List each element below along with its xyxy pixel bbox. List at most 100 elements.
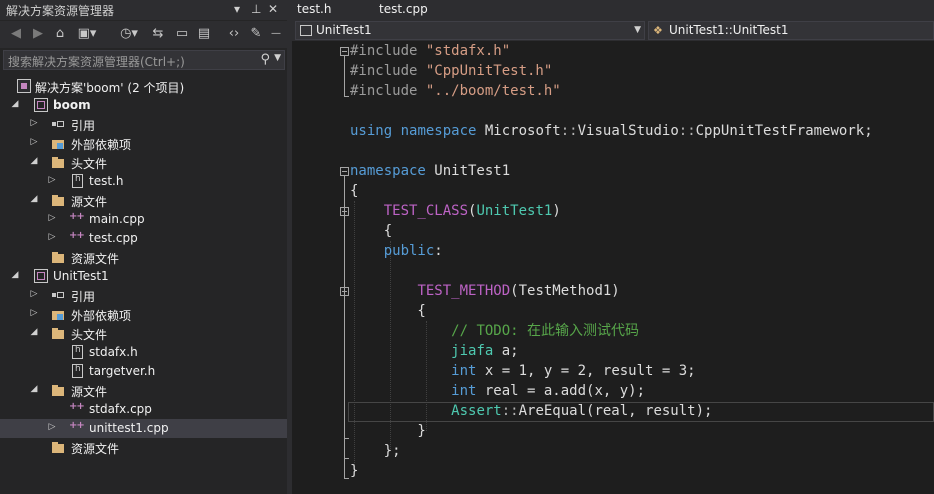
- collapse-region-icon[interactable]: [340, 287, 349, 296]
- tree-item-label: UnitTest1: [53, 269, 109, 283]
- outline-guide: [344, 438, 349, 439]
- tree-item-label: 头文件: [71, 157, 108, 171]
- search-input[interactable]: 搜索解决方案资源管理器(Ctrl+;) ⚲ ▼: [3, 50, 285, 70]
- tree-item-header-files[interactable]: ◢ 头文件: [0, 153, 287, 172]
- tree-item-external-deps[interactable]: ▷ 外部依赖项: [0, 305, 287, 324]
- solution-explorer-title-bar: 解决方案资源管理器 ▾ ⊥ ✕: [0, 0, 287, 20]
- back-icon[interactable]: ◀: [8, 26, 24, 42]
- collapsed-arrow-icon[interactable]: ▷: [29, 137, 39, 147]
- outline-guide: [344, 478, 349, 479]
- tree-item-project-unittest1[interactable]: ◢ UnitTest1: [0, 267, 287, 286]
- member-dropdown[interactable]: ❖ UnitTest1::UnitTest1: [648, 21, 934, 40]
- expanded-arrow-icon[interactable]: ◢: [29, 194, 39, 204]
- outline-guide: [344, 176, 345, 478]
- expanded-arrow-icon[interactable]: ◢: [10, 99, 20, 109]
- header-file-icon: [72, 345, 83, 359]
- collapsed-arrow-icon[interactable]: ▷: [29, 308, 39, 318]
- code-line: };: [350, 443, 401, 459]
- tree-item-external-deps[interactable]: ▷ 外部依赖项: [0, 134, 287, 153]
- tree-item-label: test.h: [89, 174, 124, 188]
- collapse-region-icon[interactable]: [340, 47, 349, 56]
- collapse-region-icon[interactable]: [340, 207, 349, 216]
- folder-icon: [51, 326, 65, 340]
- tree-item-label: 源文件: [71, 195, 108, 209]
- code-line: {: [350, 303, 426, 319]
- collapsed-arrow-icon[interactable]: ▷: [47, 213, 57, 223]
- sync-icon[interactable]: ⇆: [150, 26, 166, 42]
- tree-item-label: 外部依赖项: [71, 138, 132, 152]
- collapse-all-icon[interactable]: ▭: [174, 26, 190, 42]
- collapsed-arrow-icon[interactable]: ▷: [29, 118, 39, 128]
- solution-explorer-title: 解决方案资源管理器: [6, 4, 115, 18]
- project-icon: [34, 98, 48, 112]
- tree-item-label: 源文件: [71, 385, 108, 399]
- window-position-dropdown-icon[interactable]: ▾: [234, 2, 240, 16]
- expanded-arrow-icon[interactable]: ◢: [29, 327, 39, 337]
- tree-item-file[interactable]: ▷ test.cpp: [0, 229, 287, 248]
- tree-item-label: boom: [53, 98, 91, 112]
- solution-explorer-toolbar: ◀ ▶ ⌂ ▣▾ ◷▾ ⇆ ▭ ▤ ‹› ✎ —: [0, 21, 287, 48]
- references-icon: [51, 117, 65, 131]
- project-dropdown-value: UnitTest1: [316, 23, 372, 37]
- tree-item-resource-files[interactable]: 资源文件: [0, 438, 287, 457]
- tree-item-resource-files[interactable]: 资源文件: [0, 248, 287, 267]
- document-tab-bar: test.h test.cpp: [292, 0, 934, 20]
- code-editor[interactable]: #include "stdafx.h" #include "CppUnitTes…: [292, 41, 934, 494]
- tree-item-file-selected[interactable]: ▷ unittest1.cpp: [0, 419, 287, 438]
- code-line: #include "CppUnitTest.h": [350, 63, 553, 79]
- tree-item-file[interactable]: stdafx.h: [0, 343, 287, 362]
- tree-item-label: 外部依赖项: [71, 309, 132, 323]
- view-code-icon[interactable]: ‹›: [226, 26, 242, 42]
- tree-item-label: stdafx.h: [89, 345, 138, 359]
- outline-guide: [344, 56, 345, 96]
- tree-item-project-boom[interactable]: ◢ boom: [0, 96, 287, 115]
- tree-item-solution[interactable]: 解决方案'boom' (2 个项目): [0, 77, 287, 96]
- search-icon[interactable]: ⚲: [260, 52, 270, 67]
- code-line: jiafa a;: [451, 343, 519, 359]
- cpp-file-icon: [69, 420, 84, 435]
- tree-item-label: 头文件: [71, 328, 108, 342]
- expanded-arrow-icon[interactable]: ◢: [29, 384, 39, 394]
- collapsed-arrow-icon[interactable]: ▷: [47, 175, 57, 185]
- tree-item-file[interactable]: ▷ test.h: [0, 172, 287, 191]
- tree-item-references[interactable]: ▷ 引用: [0, 286, 287, 305]
- tree-item-file[interactable]: stdafx.cpp: [0, 400, 287, 419]
- code-line: // TODO: 在此输入测试代码: [451, 323, 640, 339]
- tree-item-source-files[interactable]: ◢ 源文件: [0, 381, 287, 400]
- header-file-icon: [72, 174, 83, 188]
- tree-item-source-files[interactable]: ◢ 源文件: [0, 191, 287, 210]
- collapse-region-icon[interactable]: [340, 167, 349, 176]
- tree-item-label: targetver.h: [89, 364, 156, 378]
- show-all-files-icon[interactable]: ▤: [196, 26, 212, 42]
- collapsed-arrow-icon[interactable]: ▷: [29, 289, 39, 299]
- collapsed-arrow-icon[interactable]: ▷: [47, 232, 57, 242]
- solution-views-icon[interactable]: ▣▾: [74, 26, 100, 42]
- history-icon[interactable]: ◷▾: [116, 26, 142, 42]
- home-icon[interactable]: ⌂: [52, 26, 68, 42]
- properties-icon[interactable]: ✎: [248, 26, 264, 42]
- chevron-down-icon[interactable]: ▼: [274, 53, 281, 63]
- tree-item-file[interactable]: targetver.h: [0, 362, 287, 381]
- tab-test-h[interactable]: test.h: [297, 2, 331, 16]
- tree-item-label: test.cpp: [89, 231, 138, 245]
- toolbar-more-icon[interactable]: —: [270, 26, 282, 42]
- collapsed-arrow-icon[interactable]: ▷: [47, 422, 57, 432]
- project-dropdown[interactable]: UnitTest1 ▼: [295, 21, 645, 40]
- close-icon[interactable]: ✕: [268, 2, 278, 16]
- forward-icon[interactable]: ▶: [30, 26, 46, 42]
- folder-icon: [51, 440, 65, 454]
- header-file-icon: [72, 364, 83, 378]
- pin-icon[interactable]: ⊥: [251, 2, 261, 16]
- references-icon: [51, 288, 65, 302]
- tab-test-cpp[interactable]: test.cpp: [379, 2, 428, 16]
- code-line: {: [350, 183, 359, 199]
- tree-item-file[interactable]: ▷ main.cpp: [0, 210, 287, 229]
- code-line: {: [350, 223, 393, 239]
- tree-item-header-files[interactable]: ◢ 头文件: [0, 324, 287, 343]
- tree-item-references[interactable]: ▷ 引用: [0, 115, 287, 134]
- expanded-arrow-icon[interactable]: ◢: [29, 156, 39, 166]
- folder-icon: [51, 383, 65, 397]
- expanded-arrow-icon[interactable]: ◢: [10, 270, 20, 280]
- outline-guide: [344, 458, 349, 459]
- external-deps-icon: [51, 307, 65, 321]
